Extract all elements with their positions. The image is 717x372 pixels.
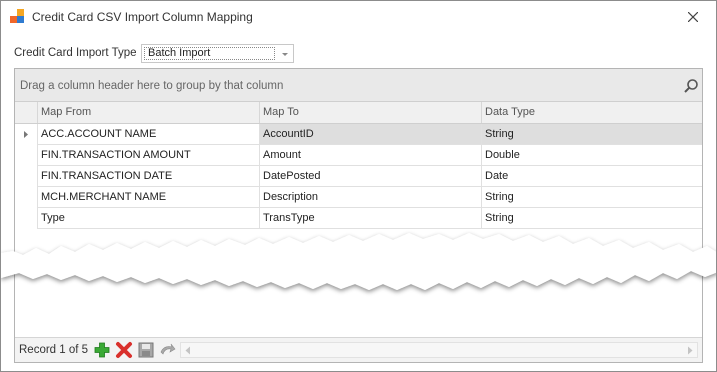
row-indicator[interactable] xyxy=(15,208,37,229)
cell-map-from[interactable]: FIN.TRANSACTION AMOUNT xyxy=(37,145,259,166)
column-header-row: Map From Map To Data Type xyxy=(15,102,702,124)
scroll-left-icon[interactable] xyxy=(184,346,192,355)
row-indicator[interactable] xyxy=(15,124,37,145)
cell-map-from[interactable]: Type xyxy=(37,208,259,229)
cell-data-type[interactable]: String xyxy=(481,208,702,229)
cell-map-to[interactable]: TransType xyxy=(259,208,481,229)
cell-map-from[interactable]: FIN.TRANSACTION DATE xyxy=(37,166,259,187)
cell-map-from[interactable]: ACC.ACCOUNT NAME xyxy=(37,124,259,145)
column-header-map-from[interactable]: Map From xyxy=(37,102,259,123)
table-row[interactable]: Type TransType String xyxy=(15,208,702,229)
table-row[interactable]: FIN.TRANSACTION AMOUNT Amount Double xyxy=(15,145,702,166)
row-indicator[interactable] xyxy=(15,166,37,187)
current-row-arrow-icon xyxy=(24,131,28,138)
scroll-right-icon[interactable] xyxy=(686,346,694,355)
cell-data-type[interactable]: String xyxy=(481,124,702,145)
column-header-map-to[interactable]: Map To xyxy=(259,102,481,123)
title-bar: Credit Card CSV Import Column Mapping xyxy=(1,1,716,33)
table-row[interactable]: MCH.MERCHANT NAME Description String xyxy=(15,187,702,208)
save-icon xyxy=(138,342,154,358)
search-icon[interactable] xyxy=(683,78,699,94)
cell-data-type[interactable]: Date xyxy=(481,166,702,187)
combo-focus-box: Batch Import xyxy=(144,47,275,60)
row-indicator[interactable] xyxy=(15,145,37,166)
table-row[interactable]: FIN.TRANSACTION DATE DatePosted Date xyxy=(15,166,702,187)
record-navigator: Record 1 of 5 xyxy=(15,337,702,362)
mapping-grid: Drag a column header here to group by th… xyxy=(14,68,703,363)
delete-record-button[interactable] xyxy=(115,341,133,359)
row-indicator[interactable] xyxy=(15,187,37,208)
cell-map-from[interactable]: MCH.MERCHANT NAME xyxy=(37,187,259,208)
cell-map-to[interactable]: Description xyxy=(259,187,481,208)
undo-icon xyxy=(160,343,176,355)
close-icon xyxy=(688,12,698,22)
add-record-button[interactable] xyxy=(93,341,111,359)
delete-icon xyxy=(116,342,132,358)
import-type-dropdown[interactable]: Batch Import xyxy=(141,44,294,63)
save-record-button[interactable] xyxy=(137,341,155,359)
import-type-value: Batch Import xyxy=(148,47,211,59)
cell-data-type[interactable]: Double xyxy=(481,145,702,166)
close-button[interactable] xyxy=(682,7,704,27)
column-header-data-type[interactable]: Data Type xyxy=(481,102,702,123)
app-icon xyxy=(10,9,26,25)
cell-map-to[interactable]: DatePosted xyxy=(259,166,481,187)
add-icon xyxy=(94,342,110,358)
chevron-down-icon[interactable] xyxy=(279,48,291,60)
cell-map-to[interactable]: AccountID xyxy=(259,124,481,145)
group-by-panel[interactable]: Drag a column header here to group by th… xyxy=(15,69,702,102)
torn-edge-divider xyxy=(1,233,716,290)
cell-data-type[interactable]: String xyxy=(481,187,702,208)
indicator-header xyxy=(15,102,37,123)
horizontal-scrollbar[interactable] xyxy=(180,342,698,358)
group-panel-hint: Drag a column header here to group by th… xyxy=(20,80,284,92)
cell-map-to[interactable]: Amount xyxy=(259,145,481,166)
dialog-window: Credit Card CSV Import Column Mapping Cr… xyxy=(0,0,717,372)
record-counter: Record 1 of 5 xyxy=(19,344,89,356)
undo-record-button[interactable] xyxy=(158,341,176,359)
window-title: Credit Card CSV Import Column Mapping xyxy=(32,10,253,24)
table-row[interactable]: ACC.ACCOUNT NAME AccountID String xyxy=(15,124,702,145)
import-type-label: Credit Card Import Type xyxy=(14,47,137,59)
